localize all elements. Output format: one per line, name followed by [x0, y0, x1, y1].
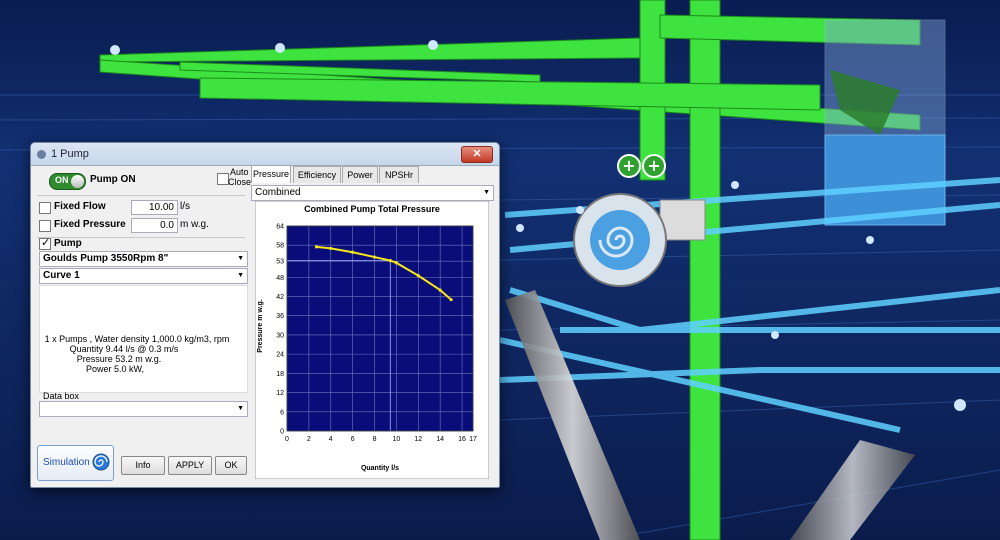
pump-app-icon	[37, 149, 46, 159]
simulation-button[interactable]: Simulation	[37, 445, 114, 481]
info-button[interactable]: Info	[121, 456, 165, 475]
fixed-pressure-input[interactable]: 0.0	[131, 218, 178, 233]
plot-area	[287, 226, 473, 431]
y-tick-label: 48	[276, 275, 284, 282]
x-tick-label: 2	[307, 436, 311, 443]
y-tick-label: 58	[276, 243, 284, 250]
dialog-title: 1 Pump	[51, 148, 89, 160]
y-tick-label: 0	[280, 429, 284, 436]
fixed-flow-label: Fixed Flow	[54, 201, 106, 212]
y-tick-label: 36	[276, 313, 284, 320]
divider	[37, 195, 245, 196]
data-point	[416, 274, 420, 278]
data-point	[394, 261, 399, 265]
data-point	[351, 250, 355, 254]
y-tick-label: 53	[276, 259, 284, 266]
info-line: 1 x Pumps , Water density 1,000.0 kg/m3,…	[44, 334, 230, 344]
y-tick-label: 24	[276, 352, 284, 359]
auto-close-label-2: Close	[228, 177, 252, 187]
y-tick-label: 64	[276, 224, 284, 231]
chart-mode-value: Combined	[255, 187, 301, 198]
pump-info-box: 1 x Pumps , Water density 1,000.0 kg/m3,…	[39, 285, 248, 393]
chart-title: Combined Pump Total Pressure	[304, 204, 440, 214]
data-box-label: Data box	[43, 391, 80, 401]
pump-on-toggle[interactable]: ON	[49, 173, 86, 190]
toggle-knob	[71, 175, 84, 188]
x-tick-label: 16	[458, 436, 466, 443]
data-point	[438, 288, 442, 292]
chevron-down-icon: ▼	[237, 405, 244, 412]
pump-model-select[interactable]: Goulds Pump 3550Rpm 8" ▼	[39, 251, 248, 267]
x-tick-label: 10	[393, 436, 401, 443]
curve-value: Curve 1	[43, 270, 80, 281]
tab-npshr[interactable]: NPSHr	[379, 166, 419, 183]
pump-checkbox[interactable]	[39, 236, 51, 250]
curve-select[interactable]: Curve 1 ▼	[39, 268, 248, 284]
auto-close-label-1: Auto	[230, 167, 249, 177]
chevron-down-icon: ▼	[237, 272, 244, 279]
data-box-select[interactable]: ▼	[39, 401, 248, 417]
x-tick-label: 17	[469, 436, 477, 443]
info-line: Pressure 53.2 m w.g.	[76, 354, 162, 364]
apply-button[interactable]: APPLY	[168, 456, 212, 475]
x-tick-label: 8	[373, 436, 377, 443]
y-tick-label: 30	[276, 332, 284, 339]
data-point	[372, 255, 377, 259]
y-tick-label: 18	[276, 371, 284, 378]
tab-power[interactable]: Power	[342, 166, 378, 183]
chevron-down-icon: ▼	[483, 189, 490, 196]
pump-label: Pump	[54, 238, 82, 249]
x-tick-label: 0	[285, 436, 289, 443]
ok-button[interactable]: OK	[215, 456, 247, 475]
close-button[interactable]: ✕	[461, 146, 493, 163]
data-point	[329, 246, 333, 251]
y-tick-label: 42	[276, 294, 284, 301]
simulation-label: Simulation	[43, 457, 90, 468]
data-point	[314, 245, 319, 249]
y-tick-label: 6	[280, 409, 284, 416]
svg-text:+: +	[647, 156, 660, 175]
fixed-flow-checkbox[interactable]	[39, 202, 51, 214]
x-tick-label: 6	[351, 436, 355, 443]
simulation-icon	[92, 453, 110, 471]
fixed-pressure-checkbox[interactable]	[39, 220, 51, 232]
pump-model-value: Goulds Pump 3550Rpm 8"	[43, 253, 169, 264]
fixed-pressure-unit: m w.g.	[180, 219, 209, 230]
chart-mode-select[interactable]: Combined ▼	[251, 185, 494, 201]
chevron-down-icon: ▼	[237, 255, 244, 262]
tab-pressure[interactable]: Pressure	[251, 165, 291, 183]
chart-ylabel: Pressure m w.g.	[257, 299, 264, 352]
info-line: Quantity 9.44 l/s @ 0.3 m/s	[69, 344, 179, 354]
x-tick-label: 14	[436, 436, 444, 443]
x-tick-label: 4	[329, 436, 333, 443]
fixed-flow-input[interactable]: 10.00	[131, 200, 178, 215]
toggle-state-label: ON	[55, 175, 69, 185]
svg-text:+: +	[622, 156, 635, 175]
tab-efficiency[interactable]: Efficiency	[293, 166, 341, 183]
chart-xlabel: Quantity l/s	[361, 465, 399, 472]
data-point	[388, 258, 392, 263]
x-tick-label: 12	[414, 436, 422, 443]
fixed-flow-unit: l/s	[180, 201, 190, 212]
pump-dialog: 1 Pump ✕ ON Pump ON Auto Close Fixed Flo…	[30, 142, 500, 488]
pump-on-label: Pump ON	[90, 174, 136, 185]
pressure-chart: Combined Pump Total Pressure Quantity l/…	[255, 201, 489, 479]
data-point	[449, 298, 453, 302]
info-line: Power 5.0 kW,	[85, 364, 145, 374]
y-tick-label: 12	[276, 390, 284, 397]
fixed-pressure-label: Fixed Pressure	[54, 219, 126, 230]
dialog-titlebar[interactable]: 1 Pump ✕	[31, 143, 499, 166]
